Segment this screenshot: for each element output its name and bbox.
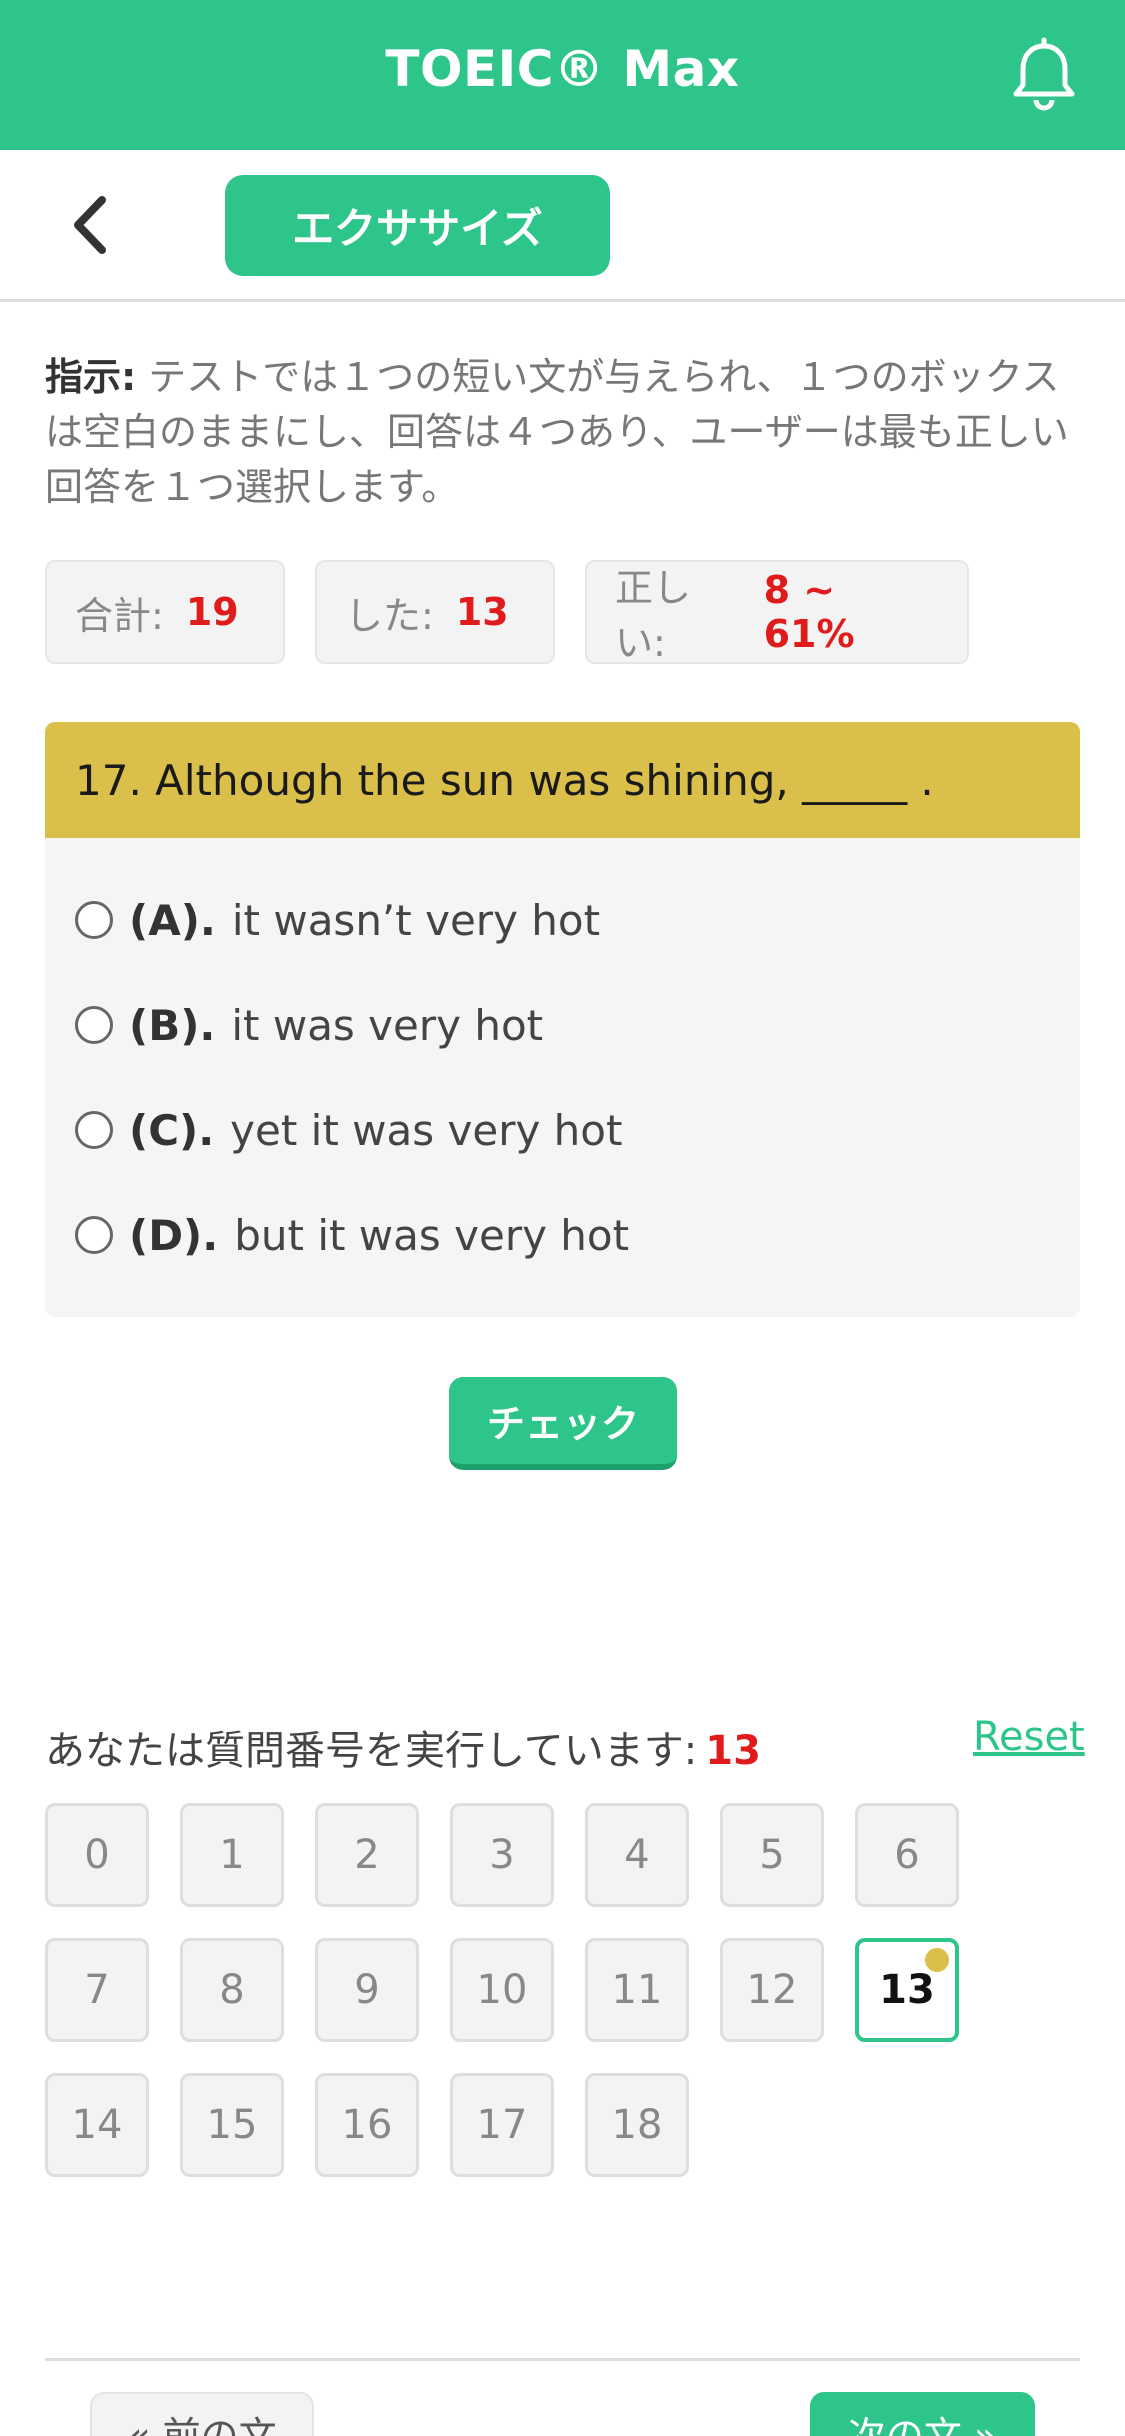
reset-link[interactable]: Reset [973,1714,1085,1760]
question-number-button[interactable]: 5 [720,1803,824,1907]
question-number-button[interactable]: 15 [180,2073,284,2177]
stat-done-value: 13 [455,590,509,634]
question-number-button[interactable]: 12 [720,1938,824,2042]
answer-option-b[interactable]: (B). it was very hot [75,995,543,1055]
question-number-button[interactable]: 18 [585,2073,689,2177]
option-label: (C). [129,1105,215,1155]
radio-button[interactable] [75,901,113,939]
next-sentence-button[interactable]: 次の文 » [810,2392,1035,2436]
question-number-button[interactable]: 17 [450,2073,554,2177]
radio-button[interactable] [75,1111,113,1149]
question-number-button[interactable]: 7 [45,1938,149,2042]
question-text: 17. Although the sun was shining, _____ … [45,722,1080,838]
stat-done-label: した: [345,593,434,638]
option-text: it wasn’t very hot [231,895,601,945]
radio-button[interactable] [75,1006,113,1044]
stats-bar: 合計: 19 した: 13 正しい: 8 ~ 61% [45,560,969,665]
previous-sentence-button[interactable]: « 前の文 [90,2392,314,2436]
radio-button[interactable] [75,1216,113,1254]
chevron-left-icon[interactable] [60,190,120,260]
question-number-button[interactable]: 1 [180,1803,284,1907]
question-number-button[interactable]: 0 [45,1803,149,1907]
answer-option-d[interactable]: (D). but it was very hot [75,1205,629,1265]
stat-total: 合計: 19 [45,560,285,664]
check-button[interactable]: チェック [449,1377,677,1470]
option-label: (D). [129,1210,219,1260]
option-text: it was very hot [231,1000,544,1050]
instruction-label: 指示: [45,355,137,399]
question-number-button[interactable]: 16 [315,2073,419,2177]
sub-navigation: エクササイズ [0,150,1125,302]
option-label: (A). [129,895,216,945]
question-number-button[interactable]: 8 [180,1938,284,2042]
current-question-number: 13 [705,1728,761,1774]
option-text: but it was very hot [234,1210,630,1260]
divider [45,2358,1080,2361]
stat-correct: 正しい: 8 ~ 61% [585,560,969,665]
question-number-button[interactable]: 2 [315,1803,419,1907]
question-number-button[interactable]: 11 [585,1938,689,2042]
stat-total-label: 合計: [75,593,164,638]
stat-correct-value: 8 ~ 61% [763,568,855,656]
question-number-button[interactable]: 9 [315,1938,419,2042]
stat-correct-label: 正しい: [615,566,692,665]
question-number-button[interactable]: 4 [585,1803,689,1907]
instruction-body: テストでは１つの短い文が与えられ、１つのボックスは空白のままにし、回答は４つあり… [45,355,1069,509]
question-number-button[interactable]: 6 [855,1803,959,1907]
question-number-button[interactable]: 14 [45,2073,149,2177]
question-card: 17. Although the sun was shining, _____ … [45,722,1080,1317]
exercise-tab-button[interactable]: エクササイズ [225,175,610,276]
app-header: TOEIC® Max [0,0,1125,150]
answer-option-a[interactable]: (A). it wasn’t very hot [75,890,600,950]
question-number-button[interactable]: 13 [855,1938,959,2042]
stat-total-value: 19 [185,590,239,634]
stat-done: した: 13 [315,560,555,664]
current-question-label: あなたは質問番号を実行しています: [45,1728,698,1774]
answer-option-c[interactable]: (C). yet it was very hot [75,1100,622,1160]
question-number-button[interactable]: 10 [450,1938,554,2042]
question-number-button[interactable]: 3 [450,1803,554,1907]
app-title: TOEIC® Max [385,40,740,98]
instruction-text: 指示: テストでは１つの短い文が与えられ、１つのボックスは空白のままにし、回答は… [45,350,1085,515]
option-label: (B). [129,1000,216,1050]
bell-icon[interactable] [1004,34,1084,114]
question-number-label: 13 [879,1967,935,2013]
option-text: yet it was very hot [230,1105,623,1155]
current-marker-dot [925,1948,949,1972]
current-question-indicator: あなたは質問番号を実行しています: 13 [45,1718,761,1776]
